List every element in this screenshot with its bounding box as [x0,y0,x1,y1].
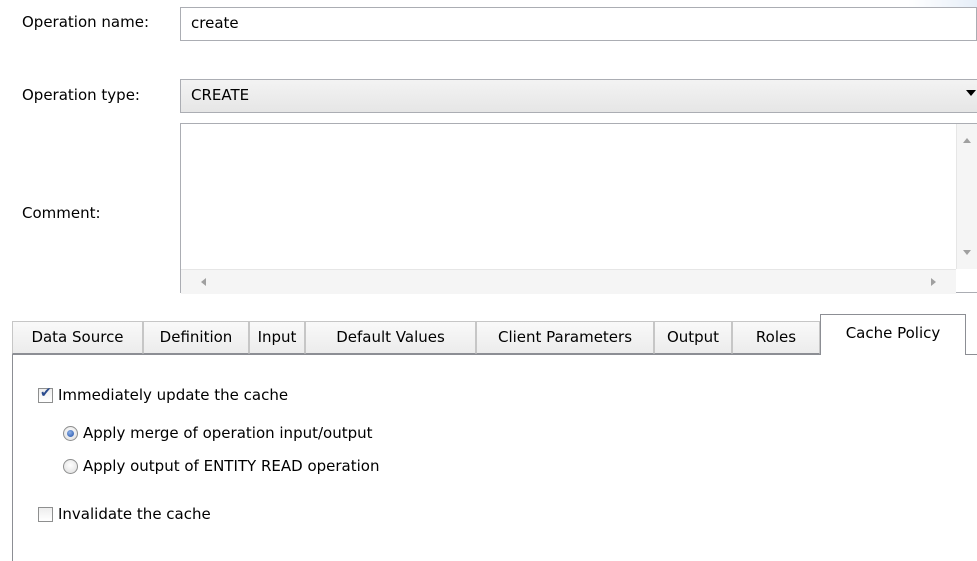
cache-policy-panel: ✔ Immediately update the cache Apply mer… [12,354,977,561]
chevron-down-icon[interactable] [966,90,976,96]
tab-cache-policy[interactable]: Cache Policy [820,314,966,355]
tab-roles[interactable]: Roles [732,321,820,354]
immediately-update-label[interactable]: Immediately update the cache [58,385,288,405]
apply-merge-radio[interactable] [63,426,78,441]
apply-output-label[interactable]: Apply output of ENTITY READ operation [83,456,379,476]
tab-input[interactable]: Input [249,321,305,354]
scroll-right-arrow-icon[interactable] [931,278,936,286]
checkmark-icon: ✔ [40,385,52,401]
operation-type-label: Operation type: [22,86,140,104]
comment-label: Comment: [22,204,101,222]
comment-textarea[interactable] [180,123,977,294]
comment-horizontal-scrollbar[interactable] [181,269,956,294]
apply-merge-label[interactable]: Apply merge of operation input/output [83,423,373,443]
comment-vertical-scrollbar[interactable] [956,124,977,269]
tab-client-parameters[interactable]: Client Parameters [476,321,654,354]
operation-type-select[interactable]: CREATE [180,79,977,113]
scroll-left-arrow-icon[interactable] [201,278,206,286]
invalidate-cache-checkbox[interactable] [38,507,53,522]
tab-default-values[interactable]: Default Values [305,321,476,354]
scroll-down-arrow-icon[interactable] [963,250,971,255]
operation-name-value: create [191,14,239,32]
tab-data-source[interactable]: Data Source [12,321,143,354]
operation-name-label: Operation name: [22,13,150,31]
radio-selected-dot [67,430,74,437]
operation-name-input[interactable]: create [180,7,977,41]
tab-output[interactable]: Output [654,321,732,354]
tab-definition[interactable]: Definition [143,321,249,354]
operation-type-value: CREATE [191,86,250,104]
scroll-up-arrow-icon[interactable] [963,138,971,143]
invalidate-cache-label[interactable]: Invalidate the cache [58,504,211,524]
immediately-update-checkbox[interactable]: ✔ [38,385,53,403]
apply-output-radio[interactable] [63,459,78,474]
